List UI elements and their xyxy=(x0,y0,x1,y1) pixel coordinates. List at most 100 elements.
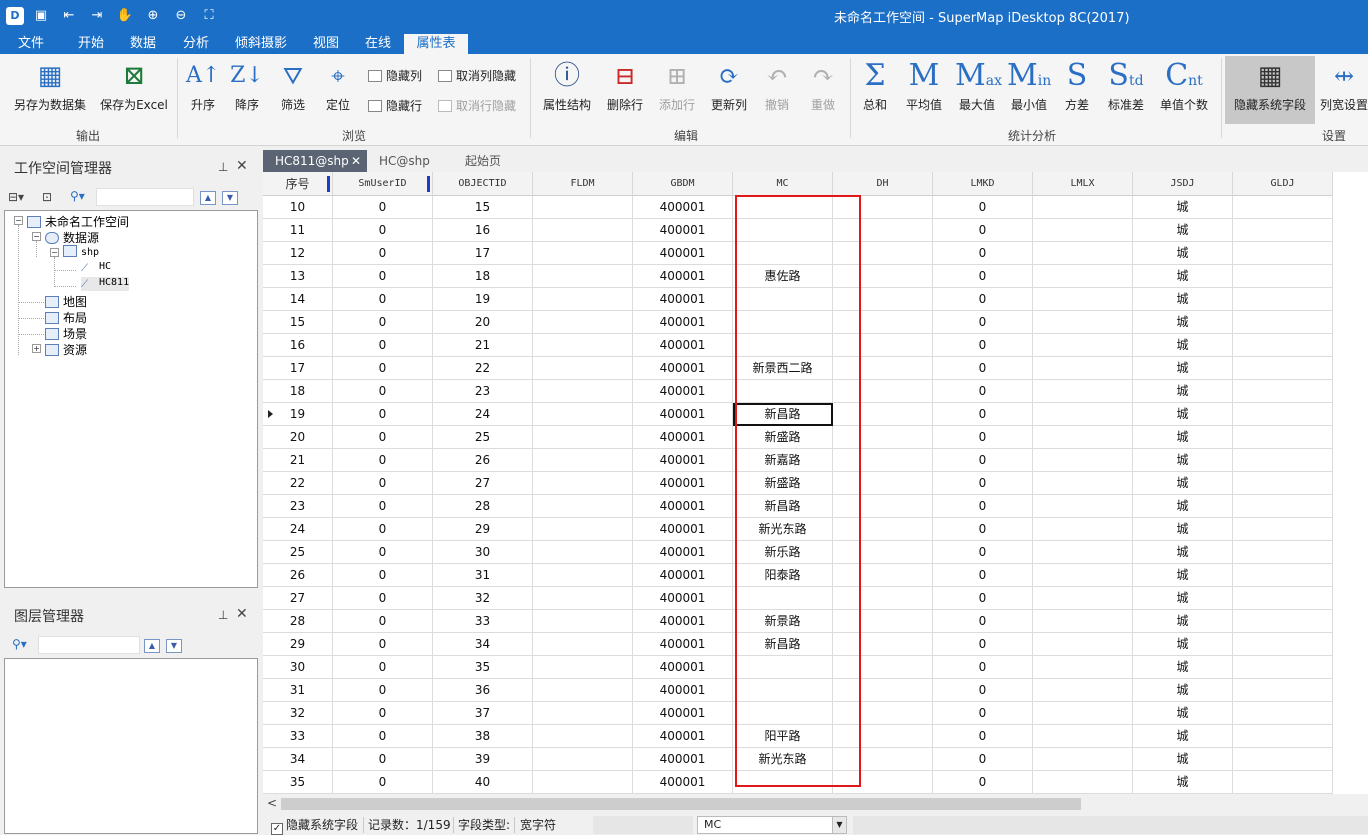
cell-objectid[interactable]: 15 xyxy=(433,196,533,219)
cell-gldj[interactable] xyxy=(1233,403,1333,426)
hide-system-fields-checkbox[interactable]: ✓ 隐藏系统字段 xyxy=(271,816,358,835)
pin-icon[interactable]: ⊥ xyxy=(218,160,228,174)
dropdown-arrow-icon[interactable]: ▼ xyxy=(832,817,846,833)
cell-lmkd[interactable]: 0 xyxy=(933,311,1033,334)
cell-gldj[interactable] xyxy=(1233,541,1333,564)
cell-jsdj[interactable]: 城 xyxy=(1133,357,1233,380)
cell-gldj[interactable] xyxy=(1233,288,1333,311)
tab-file[interactable]: 文件 xyxy=(10,34,52,54)
row-number-cell[interactable]: 34 xyxy=(263,748,333,771)
cell-lmkd[interactable]: 0 xyxy=(933,633,1033,656)
cell-lmlx[interactable] xyxy=(1033,633,1133,656)
cell-objectid[interactable]: 30 xyxy=(433,541,533,564)
row-number-cell[interactable]: 10 xyxy=(263,196,333,219)
tab-view[interactable]: 视图 xyxy=(305,34,347,54)
sort-descending-button[interactable]: Z↓ 降序 xyxy=(230,58,264,113)
cell-objectid[interactable]: 27 xyxy=(433,472,533,495)
doc-tab-start-page[interactable]: 起始页 xyxy=(453,150,513,172)
cell-lmkd[interactable]: 0 xyxy=(933,587,1033,610)
new-icon[interactable]: ⊡ xyxy=(42,190,52,204)
cell-fldm[interactable] xyxy=(533,564,633,587)
tree-resources[interactable]: 资源 xyxy=(45,341,87,358)
cell-dh[interactable] xyxy=(833,610,933,633)
cell-gldj[interactable] xyxy=(1233,748,1333,771)
column-header-lmlx[interactable]: LMLX xyxy=(1033,172,1133,196)
cell-dh[interactable] xyxy=(833,748,933,771)
cell-gldj[interactable] xyxy=(1233,311,1333,334)
sort-ascending-button[interactable]: A↑ 升序 xyxy=(186,58,220,113)
table-row[interactable]: 26 0 31 400001 阳泰路 0 城 xyxy=(263,564,1368,587)
cell-fldm[interactable] xyxy=(533,748,633,771)
cell-fldm[interactable] xyxy=(533,610,633,633)
cell-gbdm[interactable]: 400001 xyxy=(633,472,733,495)
cell-gldj[interactable] xyxy=(1233,633,1333,656)
cell-gldj[interactable] xyxy=(1233,610,1333,633)
cell-gbdm[interactable]: 400001 xyxy=(633,495,733,518)
cell-gldj[interactable] xyxy=(1233,656,1333,679)
table-row[interactable]: 16 0 21 400001 0 城 xyxy=(263,334,1368,357)
row-number-cell[interactable]: 30 xyxy=(263,656,333,679)
cell-dh[interactable] xyxy=(833,403,933,426)
cell-objectid[interactable]: 28 xyxy=(433,495,533,518)
cell-lmkd[interactable]: 0 xyxy=(933,771,1033,794)
table-row[interactable]: 27 0 32 400001 0 城 xyxy=(263,587,1368,610)
cell-gbdm[interactable]: 400001 xyxy=(633,196,733,219)
cell-dh[interactable] xyxy=(833,196,933,219)
pan-icon[interactable]: ✋ xyxy=(116,7,134,25)
row-number-cell[interactable]: 26 xyxy=(263,564,333,587)
hide-column-button[interactable]: 隐藏列 xyxy=(368,67,422,84)
cell-mc[interactable]: 惠佐路 xyxy=(733,265,833,288)
cell-mc[interactable]: 阳平路 xyxy=(733,725,833,748)
cell-fldm[interactable] xyxy=(533,288,633,311)
save-excel-button[interactable]: ⊠ 保存为Excel xyxy=(100,58,168,113)
cell-smuserid[interactable]: 0 xyxy=(333,610,433,633)
cell-dh[interactable] xyxy=(833,334,933,357)
cell-gbdm[interactable]: 400001 xyxy=(633,587,733,610)
cell-dh[interactable] xyxy=(833,288,933,311)
cell-lmlx[interactable] xyxy=(1033,311,1133,334)
cell-lmkd[interactable]: 0 xyxy=(933,725,1033,748)
cell-gldj[interactable] xyxy=(1233,725,1333,748)
cell-lmkd[interactable]: 0 xyxy=(933,403,1033,426)
tree-dataset-hc[interactable]: ⟋ HC xyxy=(81,261,111,275)
search-icon[interactable]: ⚲▾ xyxy=(70,189,85,203)
cell-fldm[interactable] xyxy=(533,725,633,748)
cell-fldm[interactable] xyxy=(533,380,633,403)
tab-oblique-photography[interactable]: 倾斜摄影 xyxy=(228,34,294,54)
cell-smuserid[interactable]: 0 xyxy=(333,311,433,334)
cell-gldj[interactable] xyxy=(1233,334,1333,357)
cell-lmkd[interactable]: 0 xyxy=(933,380,1033,403)
cell-jsdj[interactable]: 城 xyxy=(1133,196,1233,219)
row-number-cell[interactable]: 22 xyxy=(263,472,333,495)
cell-dh[interactable] xyxy=(833,495,933,518)
cell-gldj[interactable] xyxy=(1233,380,1333,403)
cell-smuserid[interactable]: 0 xyxy=(333,702,433,725)
zoom-in-icon[interactable]: ⊕ xyxy=(144,7,162,25)
row-number-cell[interactable]: 28 xyxy=(263,610,333,633)
cell-jsdj[interactable]: 城 xyxy=(1133,495,1233,518)
cell-objectid[interactable]: 22 xyxy=(433,357,533,380)
cell-lmkd[interactable]: 0 xyxy=(933,495,1033,518)
cell-mc[interactable]: 新光东路 xyxy=(733,748,833,771)
cell-objectid[interactable]: 26 xyxy=(433,449,533,472)
tree-layouts[interactable]: 布局 xyxy=(45,309,87,326)
cell-mc[interactable] xyxy=(733,334,833,357)
cell-lmlx[interactable] xyxy=(1033,380,1133,403)
cell-fldm[interactable] xyxy=(533,426,633,449)
cell-dh[interactable] xyxy=(833,702,933,725)
cell-dh[interactable] xyxy=(833,449,933,472)
cell-lmkd[interactable]: 0 xyxy=(933,449,1033,472)
cell-fldm[interactable] xyxy=(533,472,633,495)
cell-lmlx[interactable] xyxy=(1033,725,1133,748)
tree-datasource-shp[interactable]: shp xyxy=(63,245,99,258)
row-number-cell[interactable]: 35 xyxy=(263,771,333,794)
workspace-open-icon[interactable]: ⊟▾ xyxy=(8,190,24,204)
cell-lmkd[interactable]: 0 xyxy=(933,702,1033,725)
cell-mc[interactable]: 新乐路 xyxy=(733,541,833,564)
tab-analysis[interactable]: 分析 xyxy=(175,34,217,54)
cell-gbdm[interactable]: 400001 xyxy=(633,334,733,357)
column-width-button[interactable]: ⇹ 列宽设置 xyxy=(1320,58,1368,113)
row-number-cell[interactable]: 19 xyxy=(263,403,333,426)
cell-lmlx[interactable] xyxy=(1033,541,1133,564)
cell-fldm[interactable] xyxy=(533,242,633,265)
